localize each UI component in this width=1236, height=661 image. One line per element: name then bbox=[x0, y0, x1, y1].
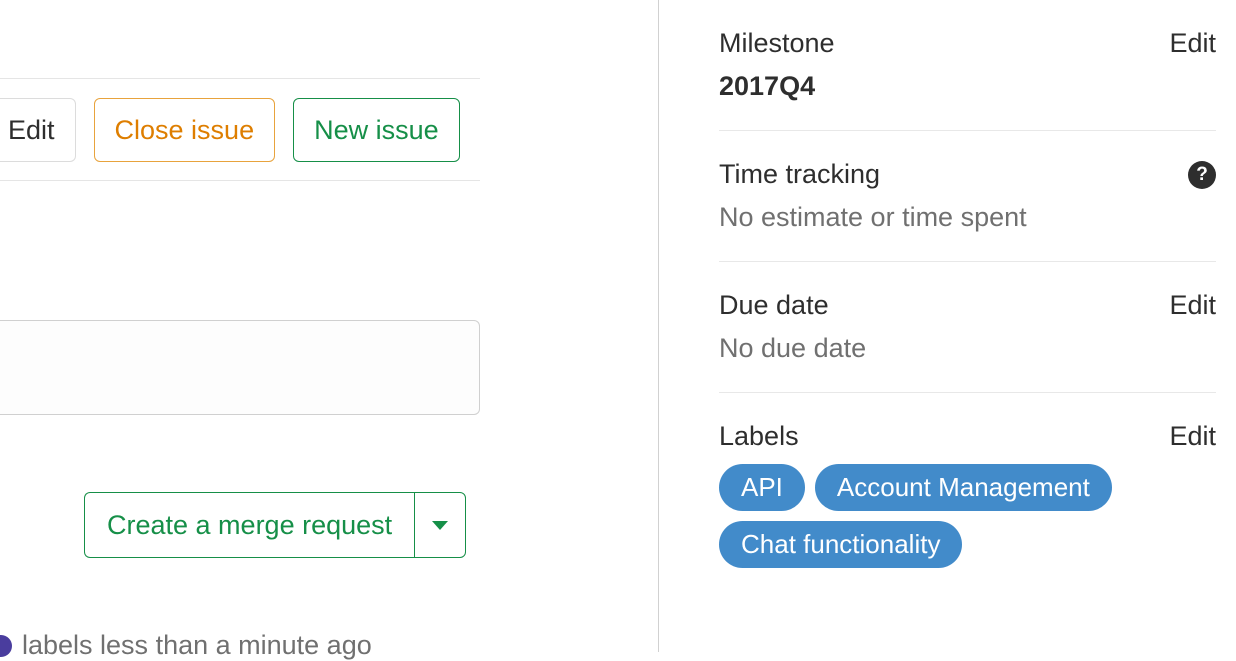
due-date-edit[interactable]: Edit bbox=[1169, 290, 1216, 321]
milestone-value[interactable]: 2017Q4 bbox=[719, 71, 1216, 102]
create-merge-request-dropdown[interactable] bbox=[414, 492, 466, 558]
help-icon[interactable]: ? bbox=[1188, 161, 1216, 189]
due-date-title: Due date bbox=[719, 290, 829, 321]
labels-title: Labels bbox=[719, 421, 799, 452]
due-date-header: Due date Edit bbox=[719, 290, 1216, 321]
sidebar: Milestone Edit 2017Q4 Time tracking ? No… bbox=[658, 0, 1236, 652]
issue-actions: Edit Close issue New issue bbox=[0, 98, 460, 162]
due-date-section: Due date Edit No due date bbox=[719, 262, 1216, 393]
edit-button[interactable]: Edit bbox=[0, 98, 76, 162]
due-date-value: No due date bbox=[719, 333, 1216, 364]
milestone-title: Milestone bbox=[719, 28, 835, 59]
time-tracking-header: Time tracking ? bbox=[719, 159, 1216, 190]
time-tracking-value: No estimate or time spent bbox=[719, 202, 1216, 233]
create-merge-request-group: Create a merge request bbox=[84, 492, 466, 558]
chevron-down-icon bbox=[432, 521, 448, 530]
separator-bottom bbox=[0, 180, 480, 181]
milestone-edit[interactable]: Edit bbox=[1169, 28, 1216, 59]
label-pill[interactable]: Account Management bbox=[815, 464, 1112, 511]
close-issue-button[interactable]: Close issue bbox=[94, 98, 276, 162]
content-box[interactable] bbox=[0, 320, 480, 415]
label-pill[interactable]: API bbox=[719, 464, 805, 511]
milestone-header: Milestone Edit bbox=[719, 28, 1216, 59]
milestone-section: Milestone Edit 2017Q4 bbox=[719, 0, 1216, 131]
activity-entry: labels less than a minute ago bbox=[0, 630, 372, 661]
activity-text: labels less than a minute ago bbox=[22, 630, 372, 661]
avatar bbox=[0, 635, 12, 657]
labels-edit[interactable]: Edit bbox=[1169, 421, 1216, 452]
new-issue-button[interactable]: New issue bbox=[293, 98, 460, 162]
time-tracking-section: Time tracking ? No estimate or time spen… bbox=[719, 131, 1216, 262]
labels-section: Labels Edit API Account Management Chat … bbox=[719, 393, 1216, 596]
time-tracking-title: Time tracking bbox=[719, 159, 880, 190]
labels-header: Labels Edit bbox=[719, 421, 1216, 452]
separator-top bbox=[0, 78, 480, 79]
create-merge-request-button[interactable]: Create a merge request bbox=[84, 492, 414, 558]
labels-list: API Account Management Chat functionalit… bbox=[719, 464, 1216, 568]
main-content: Edit Close issue New issue Create a merg… bbox=[0, 0, 658, 652]
label-pill[interactable]: Chat functionality bbox=[719, 521, 962, 568]
